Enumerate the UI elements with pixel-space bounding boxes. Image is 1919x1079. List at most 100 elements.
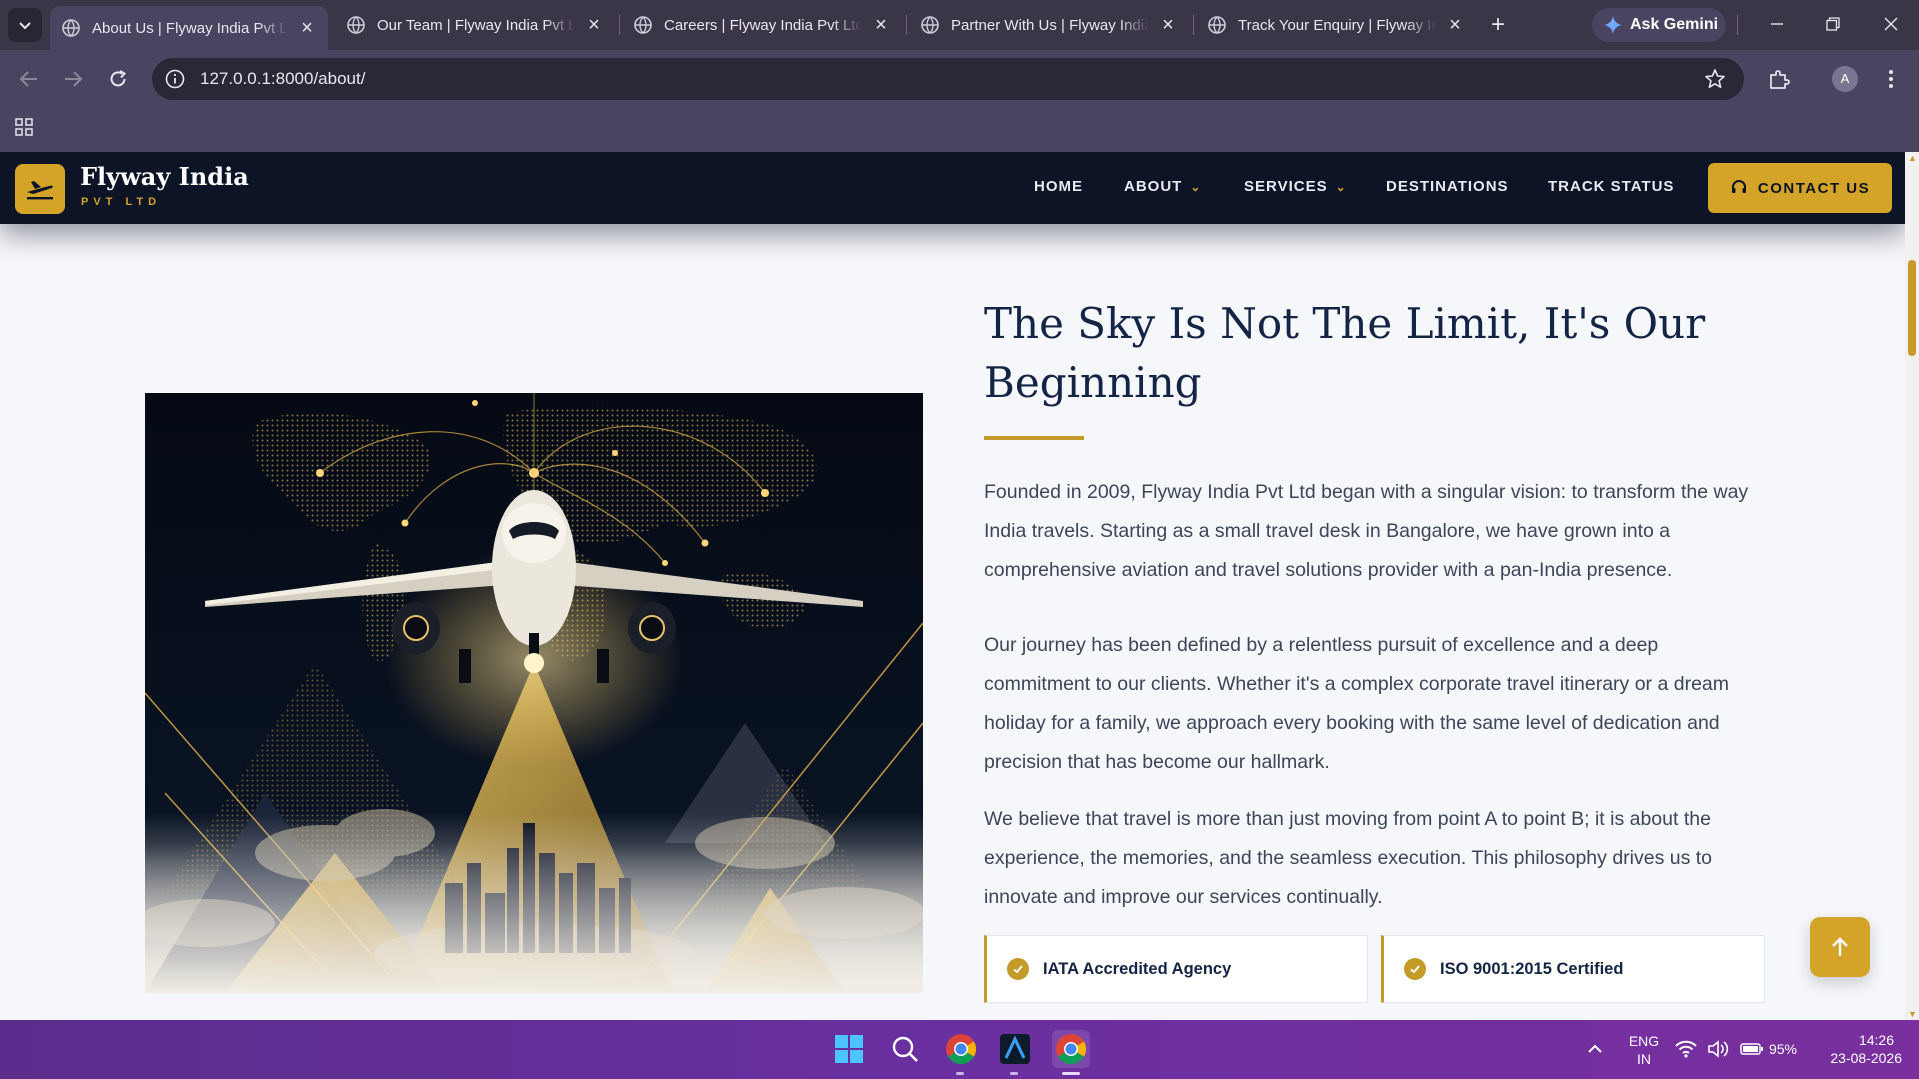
restore-button[interactable] [1818,10,1848,40]
tab-careers[interactable]: Careers | Flyway India Pvt Ltd × [622,6,902,44]
browser-menu-button[interactable] [1874,62,1908,96]
battery-status[interactable] [1737,1030,1767,1068]
chrome-icon [1056,1034,1087,1065]
globe-icon [634,16,652,34]
tab-partner[interactable]: Partner With Us | Flyway India × [909,6,1189,44]
start-button[interactable] [830,1030,868,1068]
wifi-status[interactable] [1671,1030,1701,1068]
tab-title: Track Your Enquiry | Flyway India [1238,16,1436,34]
nav-destinations[interactable]: DESTINATIONS [1386,178,1509,195]
divider [1737,15,1738,35]
logo[interactable] [15,164,65,214]
tab-track-enquiry[interactable]: Track Your Enquiry | Flyway India × [1196,6,1476,44]
tab-separator [1193,15,1194,35]
taskbar-chrome[interactable] [942,1030,980,1068]
close-tab-icon[interactable]: × [1446,15,1464,35]
brand-name[interactable]: Flyway India [80,162,249,191]
back-button[interactable] [12,62,46,96]
nav-destinations-label: DESTINATIONS [1386,178,1509,195]
globe-icon [62,19,80,37]
tab-title: About Us | Flyway India Pvt Ltd [92,19,288,37]
running-indicator [956,1072,964,1075]
ask-gemini-button[interactable]: Ask Gemini [1592,8,1726,42]
page-scrollbar[interactable]: ▲ ▼ [1905,152,1919,1020]
tab-title: Careers | Flyway India Pvt Ltd [664,16,862,34]
taskbar-search-button[interactable] [886,1030,924,1068]
clock-time: 14:26 [1858,1032,1894,1048]
scroll-down-arrow-icon[interactable]: ▼ [1908,1010,1917,1019]
input-language[interactable]: ENG IN [1625,1032,1663,1068]
show-hidden-icons-button[interactable] [1576,1030,1614,1068]
check-circle-icon [1404,958,1426,980]
forward-button[interactable] [56,62,90,96]
scroll-up-arrow-icon[interactable]: ▲ [1908,154,1917,163]
search-icon [892,1036,918,1062]
heading-underline [984,436,1084,440]
tab-our-team[interactable]: Our Team | Flyway India Pvt Ltd × [335,6,615,44]
chrome-icon [946,1034,977,1065]
minimize-icon [1771,23,1783,25]
new-tab-button[interactable]: + [1484,12,1512,40]
tab-title: Our Team | Flyway India Pvt Ltd [377,16,575,34]
nav-about[interactable]: ABOUT ⌄ [1124,178,1201,195]
tab-separator [906,15,907,35]
volume-icon [1708,1040,1729,1058]
tab-about[interactable]: About Us | Flyway India Pvt Ltd × [50,6,328,50]
reload-icon [110,70,127,87]
close-tab-icon[interactable]: × [585,15,603,35]
windows-logo-icon [835,1035,863,1063]
globe-icon [921,16,939,34]
ask-gemini-label: Ask Gemini [1630,16,1719,33]
screen: About Us | Flyway India Pvt Ltd × Our Te… [0,0,1919,1079]
system-clock[interactable]: 14:26 23-08-2026 [1812,1031,1902,1067]
battery-percent: 95% [1768,1041,1798,1057]
taskbar-chrome-active[interactable] [1052,1030,1090,1068]
feature-card-iata: IATA Accredited Agency [984,935,1368,1003]
about-paragraph-3: We believe that travel is more than just… [984,808,1713,908]
address-bar[interactable]: 127.0.0.1:8000/about/ [152,58,1744,100]
nav-services[interactable]: SERVICES ⌄ [1244,178,1347,195]
url-text[interactable]: 127.0.0.1:8000/about/ [200,69,365,89]
nav-track-label: TRACK STATUS [1548,178,1675,195]
brand-tagline: PVT LTD [81,196,162,208]
nav-services-label: SERVICES [1244,178,1328,195]
arrow-right-icon [65,71,83,87]
feature-label: ISO 9001:2015 Certified [1440,959,1624,978]
apps-grid-icon[interactable] [14,117,34,137]
contact-us-label: CONTACT US [1757,179,1871,197]
profile-button[interactable]: A [1828,62,1862,96]
taskbar-app-a[interactable] [996,1030,1034,1068]
volume-status[interactable] [1703,1030,1733,1068]
check-circle-icon [1007,958,1029,980]
bookmark-star-icon[interactable] [1704,68,1726,90]
bookmarks-bar [0,108,1919,152]
web-page: The Sky Is Not The Limit, It's Our Begin… [0,152,1919,1020]
minimize-button[interactable] [1762,10,1792,40]
about-paragraph-2: Our journey has been defined by a relent… [984,634,1729,773]
nav-home[interactable]: HOME [1034,178,1083,195]
close-tab-icon[interactable]: × [1159,15,1177,35]
close-tab-icon[interactable]: × [872,15,890,35]
nav-track-status[interactable]: TRACK STATUS [1548,178,1674,195]
chevron-down-icon [19,22,31,30]
arrow-left-icon [19,71,37,87]
extensions-button[interactable] [1762,62,1796,96]
back-to-top-button[interactable] [1810,917,1870,977]
close-tab-icon[interactable]: × [298,18,316,38]
avatar: A [1832,66,1858,92]
more-vertical-icon [1889,70,1893,88]
site-info-icon[interactable] [164,68,186,90]
scrollbar-thumb[interactable] [1908,260,1916,356]
clock-date: 23-08-2026 [1830,1050,1902,1066]
site-header: Flyway India PVT LTD HOME ABOUT ⌄ SERVICE… [0,152,1905,224]
arrow-up-icon [1832,937,1848,956]
wifi-icon [1675,1040,1697,1058]
browser-toolbar: 127.0.0.1:8000/about/ A [0,50,1919,108]
tab-search-button[interactable] [8,8,42,42]
language-label: ENG [1628,1033,1660,1049]
feature-card-iso: ISO 9001:2015 Certified [1381,935,1765,1003]
reload-button[interactable] [101,62,135,96]
contact-us-button[interactable]: CONTACT US [1708,163,1892,213]
close-window-button[interactable] [1876,10,1906,40]
active-indicator [1062,1072,1080,1075]
